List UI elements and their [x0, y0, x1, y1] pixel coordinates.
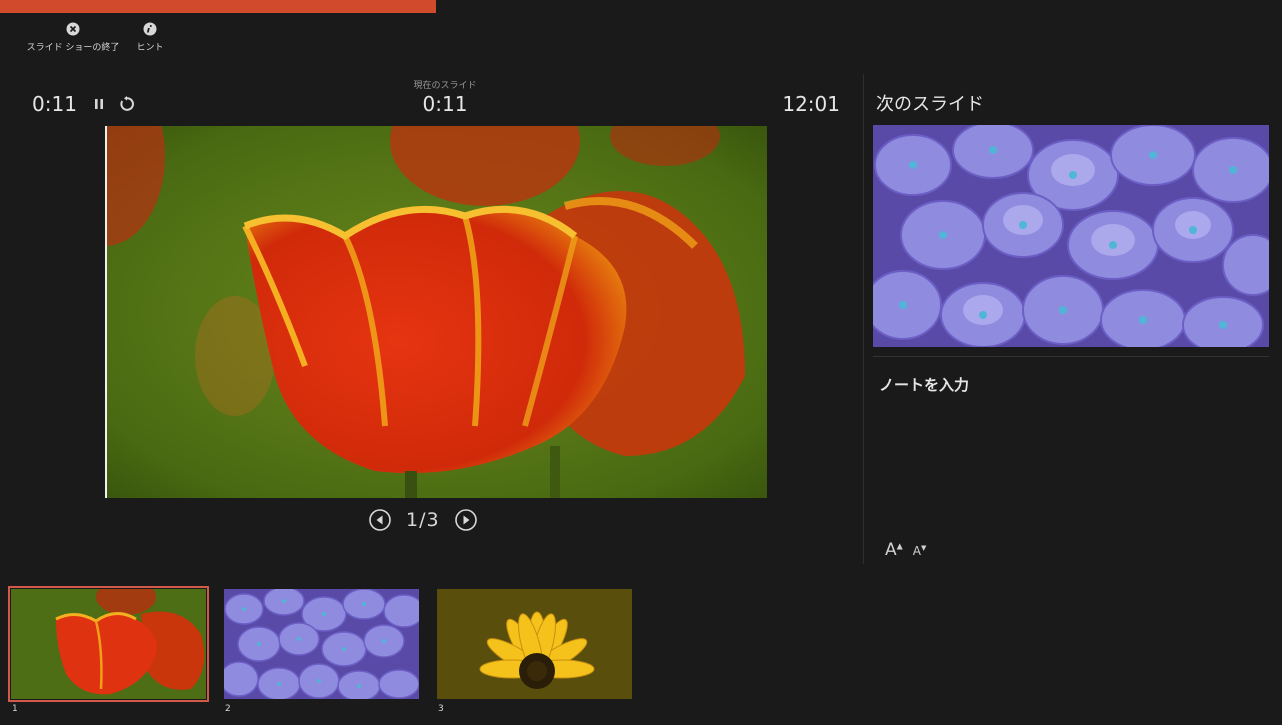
thumbnail-number-3: 3 — [438, 704, 444, 714]
slide-edge-line — [105, 126, 107, 498]
progress-fill — [0, 0, 436, 13]
caret-up-icon: ▲ — [896, 541, 903, 551]
notes-input[interactable]: ノートを入力 — [879, 374, 969, 395]
decrease-font-button[interactable]: A▼ — [913, 544, 927, 558]
current-slide[interactable] — [105, 126, 767, 498]
timer-controls — [90, 95, 136, 113]
slide-navigation: 1/3 — [368, 508, 478, 532]
slideshow-progress-bar — [0, 0, 1282, 13]
hydrangea-image — [873, 125, 1269, 347]
notes-divider — [873, 356, 1269, 357]
hydrangea-thumbnail-image — [224, 589, 419, 699]
close-circle-icon — [66, 22, 80, 36]
increase-font-button[interactable]: A▲ — [885, 540, 903, 560]
sunflower-thumbnail-image — [437, 589, 632, 699]
tulip-image — [105, 126, 767, 498]
tulip-thumbnail-image — [11, 589, 206, 699]
font-size-controls: A▲ A▼ — [885, 540, 926, 560]
decrease-font-label: A — [912, 544, 922, 558]
thumbnail-slide-2[interactable] — [224, 589, 419, 699]
caret-down-icon: ▼ — [921, 544, 927, 552]
clock: 12:01 — [782, 92, 840, 116]
increase-font-label: A — [885, 540, 897, 560]
thumbnail-number-2: 2 — [225, 704, 231, 714]
next-slide-icon[interactable] — [454, 508, 478, 532]
info-icon — [143, 22, 157, 36]
pause-icon[interactable] — [90, 95, 108, 113]
thumbnail-number-1: 1 — [12, 704, 18, 714]
slide-counter: 1/3 — [406, 509, 440, 531]
next-slide-title: 次のスライド — [876, 94, 984, 115]
elapsed-timer: 0:11 — [32, 92, 77, 116]
next-slide-preview[interactable] — [873, 125, 1269, 347]
current-slide-timer: 0:11 — [422, 92, 468, 116]
hint-button[interactable]: ヒント — [132, 22, 168, 53]
previous-slide-icon[interactable] — [368, 508, 392, 532]
restart-timer-icon[interactable] — [118, 95, 136, 113]
end-slideshow-button[interactable]: スライド ショーの終了 — [22, 22, 124, 53]
end-slideshow-label: スライド ショーの終了 — [26, 43, 120, 53]
hint-label: ヒント — [136, 43, 164, 53]
thumbnail-slide-1[interactable] — [8, 586, 209, 702]
thumbnail-slide-3[interactable] — [437, 589, 632, 699]
panel-divider — [863, 74, 864, 564]
current-slide-label: 現在のスライド — [413, 81, 477, 91]
